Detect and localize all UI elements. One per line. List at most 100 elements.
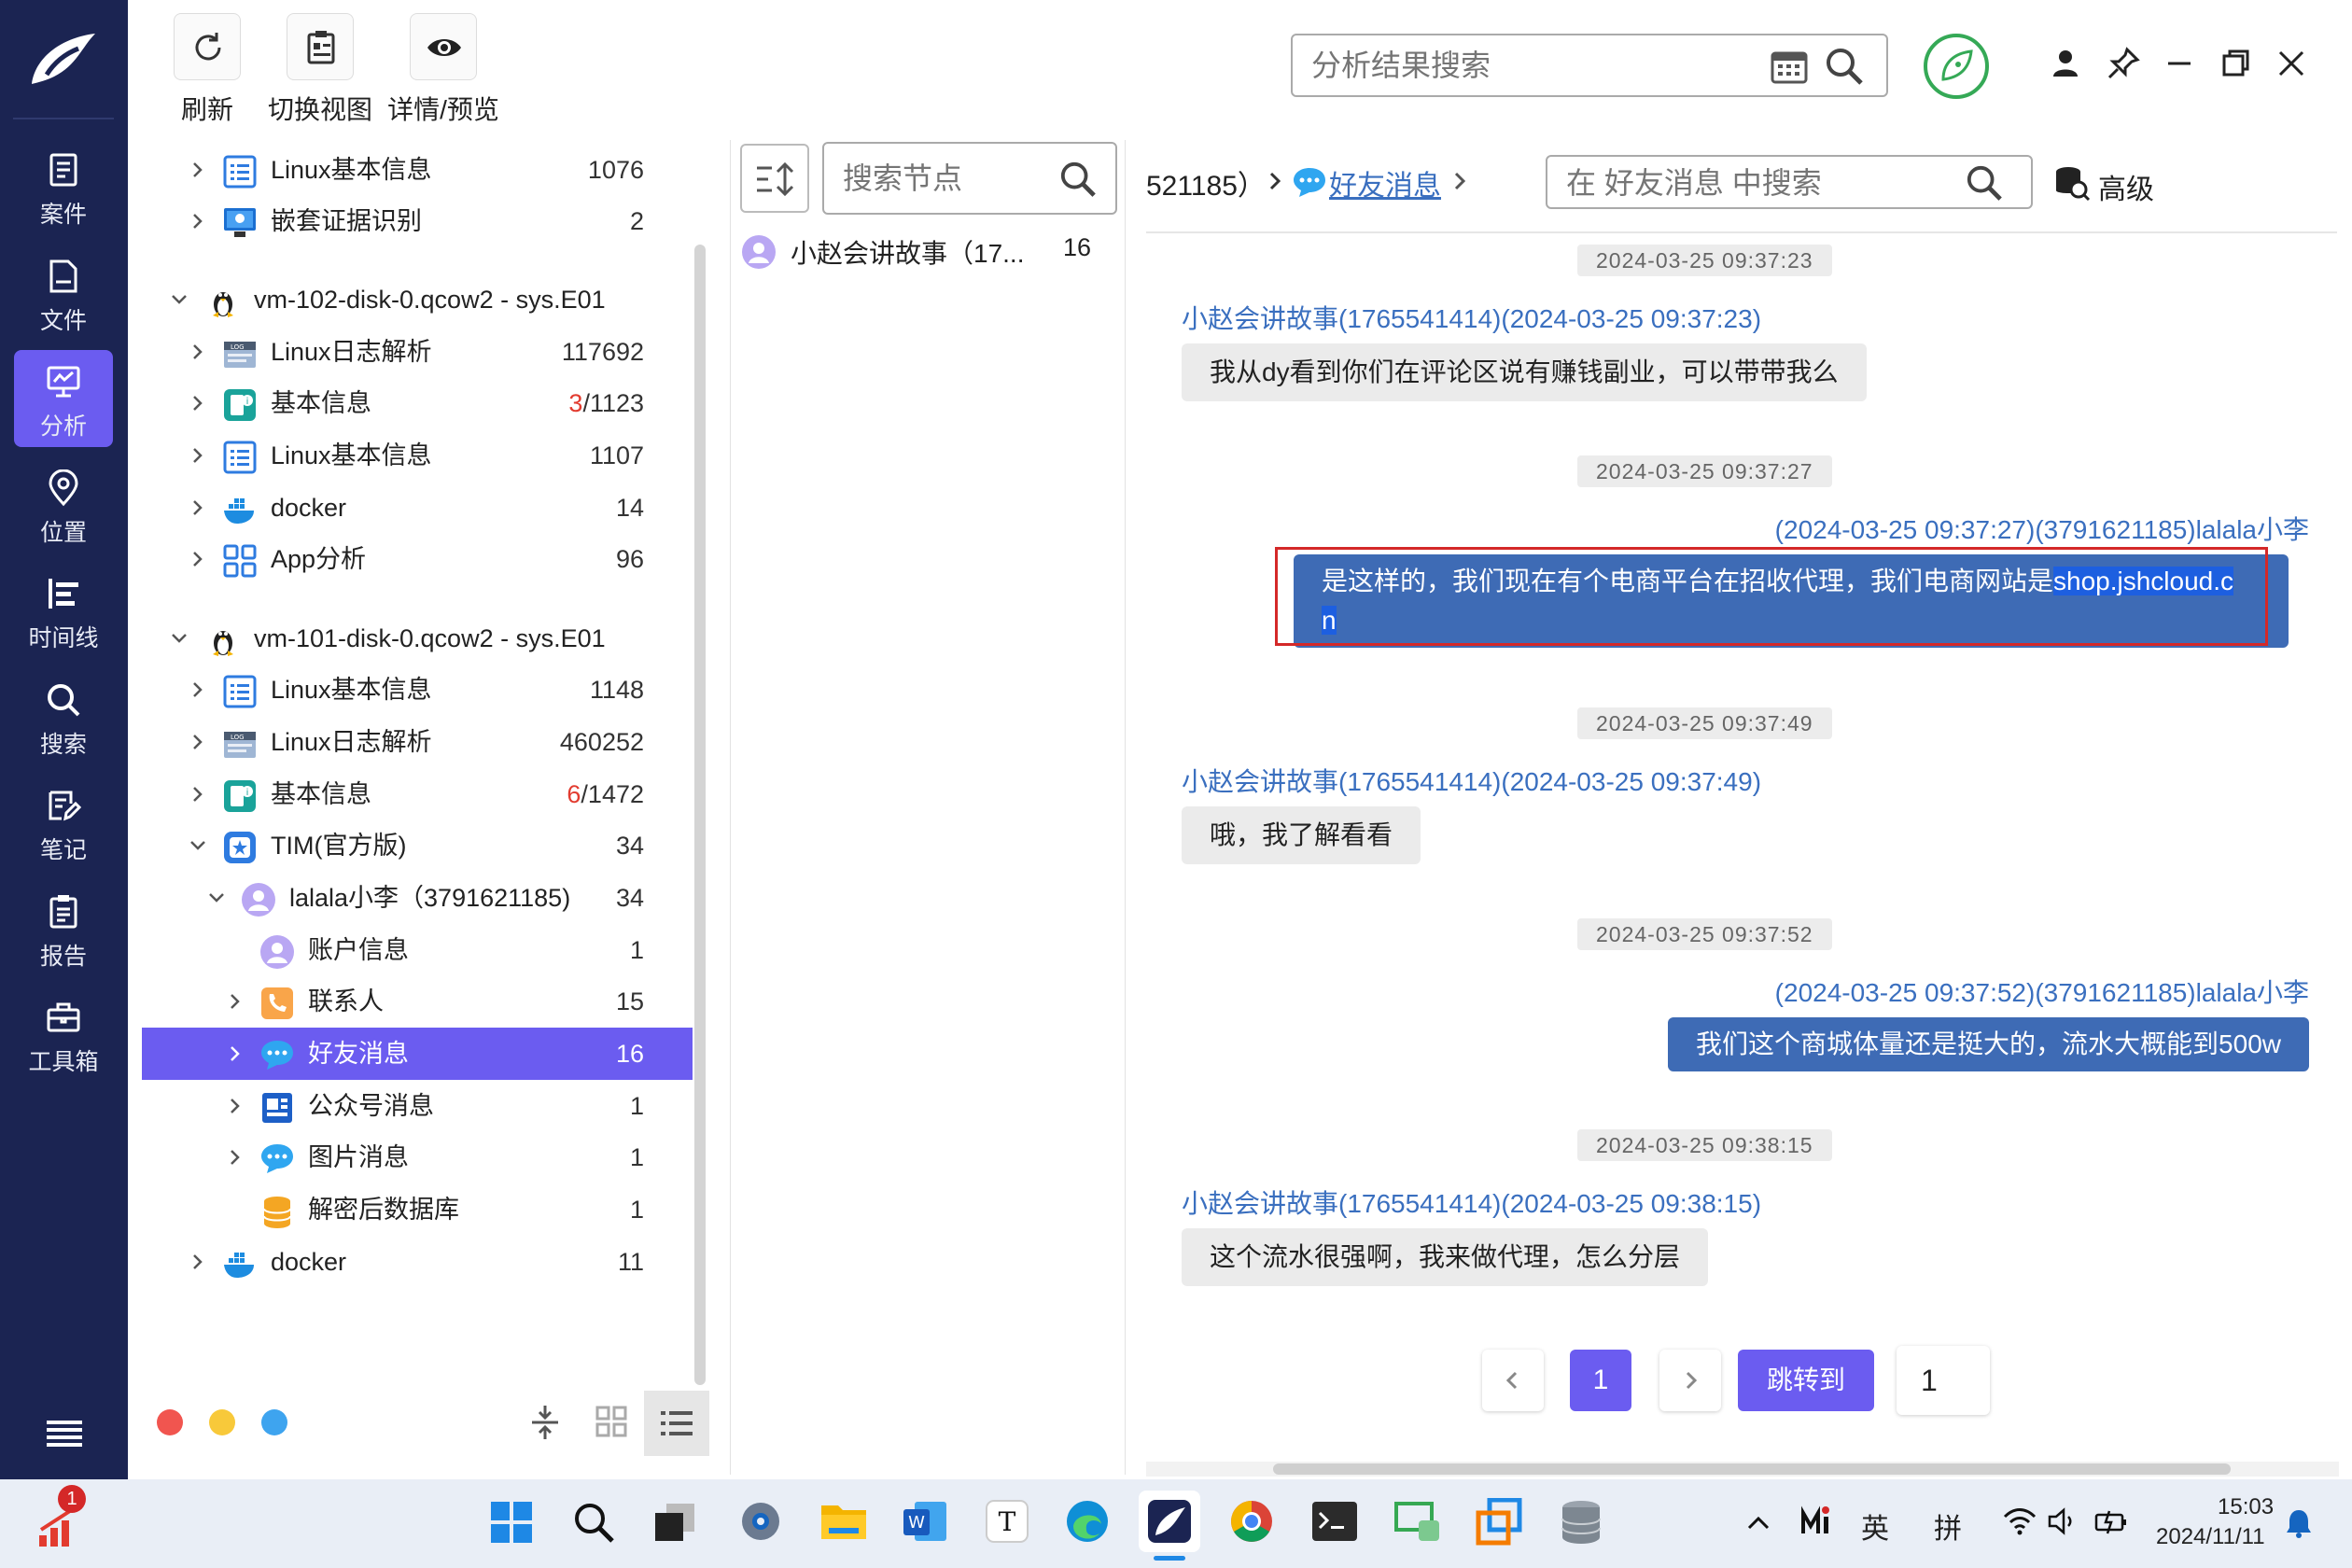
active-app-tile[interactable] (1139, 1491, 1200, 1552)
ime-pinyin[interactable]: 拼 (1934, 1505, 1962, 1547)
sidebar-item-file[interactable]: 文件 (14, 245, 113, 342)
sidebar-item-timeline[interactable]: 时间线 (14, 562, 113, 659)
message-sender[interactable]: 小赵会讲故事(1765541414)(2024-03-25 09:37:49) (1182, 762, 1761, 799)
list-view-button[interactable] (644, 1391, 709, 1456)
tree-row[interactable]: i 基本信息 3/1123 (142, 377, 693, 429)
chevron-down-icon[interactable] (207, 889, 226, 907)
chevron-right-icon[interactable] (226, 1097, 245, 1115)
minimize-icon[interactable] (2161, 45, 2198, 82)
sidebar-item-report[interactable]: 报告 (14, 880, 113, 977)
tree-row[interactable]: Linux基本信息 1076 (142, 144, 693, 196)
message-sender[interactable]: (2024-03-25 09:37:27)(3791621185)lalala小… (1775, 510, 2309, 547)
menu-icon[interactable] (47, 1419, 82, 1447)
jump-page-input[interactable]: 1 (1897, 1346, 1990, 1415)
terminal-icon[interactable] (1310, 1500, 1359, 1543)
chevron-right-icon[interactable] (189, 161, 207, 179)
tree-row[interactable]: i 基本信息 6/1472 (142, 768, 693, 820)
message-bubble[interactable]: 这个流水很强啊，我来做代理，怎么分层 (1182, 1228, 1709, 1286)
chat-search-icon[interactable] (1966, 164, 2003, 202)
chevron-down-icon[interactable] (170, 290, 189, 309)
jump-to-button[interactable]: 跳转到 (1738, 1350, 1874, 1411)
tree-row[interactable]: 联系人 15 (142, 975, 693, 1028)
message-bubble[interactable]: 我们这个商城体量还是挺大的，流水大概能到500w (1668, 1017, 2309, 1071)
collapse-icon[interactable] (528, 1404, 562, 1441)
tree-row[interactable]: Linux基本信息 1148 (142, 664, 693, 716)
restore-icon[interactable] (2217, 45, 2254, 82)
clock-time[interactable]: 15:03 (2218, 1494, 2274, 1520)
advanced-search-button[interactable]: 高级 (2044, 155, 2165, 209)
tree-row[interactable]: 嵌套证据识别 2 (142, 195, 693, 247)
typora-icon[interactable]: T (984, 1498, 1030, 1545)
wifi-icon[interactable] (2003, 1507, 2037, 1535)
sort-button[interactable] (740, 144, 809, 213)
tree-row[interactable]: LOG Linux日志解析 117692 (142, 326, 693, 378)
chevron-right-icon[interactable] (189, 550, 207, 568)
tree-evidence-node[interactable]: vm-102-disk-0.qcow2 - sys.E01 (142, 273, 693, 326)
chevron-right-icon[interactable] (189, 680, 207, 699)
blue-dot[interactable] (261, 1409, 287, 1435)
sidebar-item-note[interactable]: 笔记 (14, 774, 113, 871)
message-sender[interactable]: (2024-03-25 09:37:52)(3791621185)lalala小… (1775, 973, 2309, 1010)
breadcrumb-more-icon[interactable] (1450, 170, 1469, 192)
database-icon[interactable] (1557, 1498, 1605, 1547)
status-shield-button[interactable] (1924, 34, 1989, 99)
breadcrumb-prev[interactable]: 521185） (1146, 162, 1266, 203)
result-search-input[interactable] (1311, 45, 1759, 86)
current-page-button[interactable]: 1 (1570, 1350, 1631, 1411)
chevron-right-icon[interactable] (226, 992, 245, 1011)
close-icon[interactable] (2273, 45, 2310, 82)
chat-h-scrollbar[interactable] (1273, 1463, 2231, 1475)
message-bubble[interactable]: 我从dy看到你们在评论区说有赚钱副业，可以带带我么 (1182, 343, 1867, 401)
windows-start-icon[interactable] (489, 1500, 534, 1545)
prev-page-button[interactable] (1482, 1350, 1544, 1411)
ime-tool-icon[interactable] (1799, 1505, 1833, 1539)
yellow-dot[interactable] (209, 1409, 235, 1435)
vmware-icon[interactable] (1475, 1498, 1523, 1547)
chevron-right-icon[interactable] (189, 212, 207, 231)
remote-desktop-icon[interactable] (1393, 1498, 1441, 1545)
tree-row[interactable]: lalala小李（3791621185) 34 (142, 872, 693, 924)
clock-date[interactable]: 2024/11/11 (2156, 1524, 2265, 1550)
ime-english[interactable]: 英 (1861, 1505, 1889, 1547)
contact-row[interactable]: 小赵会讲故事（17... 16 (731, 224, 1123, 276)
volume-icon[interactable] (2048, 1507, 2079, 1535)
breadcrumb-current[interactable]: 好友消息 (1329, 162, 1441, 203)
settings-icon[interactable] (737, 1498, 784, 1545)
tree-row[interactable]: docker 14 (142, 482, 693, 534)
message-sender[interactable]: 小赵会讲故事(1765541414)(2024-03-25 09:38:15) (1182, 1183, 1761, 1221)
chevron-right-icon[interactable] (189, 733, 207, 751)
tree-row[interactable]: LOG Linux日志解析 460252 (142, 716, 693, 768)
chevron-right-icon[interactable] (189, 1253, 207, 1271)
tree-row[interactable]: 好友消息 16 (142, 1028, 693, 1080)
tree-row[interactable]: 解密后数据库 1 (142, 1183, 693, 1236)
chrome-icon[interactable] (1228, 1498, 1275, 1545)
sidebar-item-toolbox[interactable]: 工具箱 (14, 986, 113, 1083)
tree-row[interactable]: App分析 96 (142, 533, 693, 585)
edge-browser-icon[interactable] (1064, 1498, 1111, 1545)
calendar-icon[interactable] (1771, 49, 1808, 84)
pin-icon[interactable] (2105, 45, 2142, 82)
node-search-input[interactable] (843, 157, 1048, 200)
sidebar-item-analysis[interactable]: 分析 (14, 350, 113, 447)
file-explorer-icon[interactable] (819, 1500, 868, 1543)
sidebar-item-case[interactable]: 案件 (14, 138, 113, 235)
message-bubble[interactable]: 哦，我了解看看 (1182, 806, 1421, 864)
chevron-right-icon[interactable] (189, 785, 207, 804)
task-view-icon[interactable] (653, 1502, 698, 1543)
chevron-right-icon[interactable] (189, 446, 207, 465)
sidebar-item-search[interactable]: 搜索 (14, 668, 113, 765)
search-icon[interactable] (1825, 47, 1864, 86)
switch-view-button[interactable]: 切换视图 (264, 13, 376, 125)
tree-row[interactable]: 公众号消息 1 (142, 1080, 693, 1132)
tree-evidence-node[interactable]: vm-101-disk-0.qcow2 - sys.E01 (142, 612, 693, 665)
chevron-right-icon[interactable] (226, 1148, 245, 1167)
message-sender[interactable]: 小赵会讲故事(1765541414)(2024-03-25 09:37:23) (1182, 299, 1761, 336)
chevron-right-icon[interactable] (189, 394, 207, 413)
grid-view-icon[interactable] (595, 1406, 627, 1437)
sidebar-item-location[interactable]: 位置 (14, 456, 113, 553)
tree-row[interactable]: TIM(官方版) 34 (142, 819, 693, 872)
tree-scrollbar[interactable] (694, 245, 706, 1385)
chevron-down-icon[interactable] (189, 836, 207, 855)
chevron-right-icon[interactable] (189, 498, 207, 517)
chevron-down-icon[interactable] (170, 629, 189, 648)
